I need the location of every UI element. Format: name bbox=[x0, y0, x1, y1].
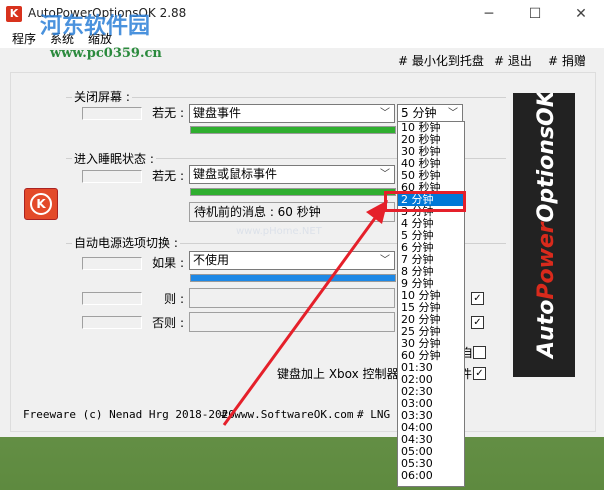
annotation-arrow bbox=[222, 200, 388, 426]
arrow-head bbox=[366, 200, 388, 224]
arrow-shaft bbox=[222, 213, 380, 426]
